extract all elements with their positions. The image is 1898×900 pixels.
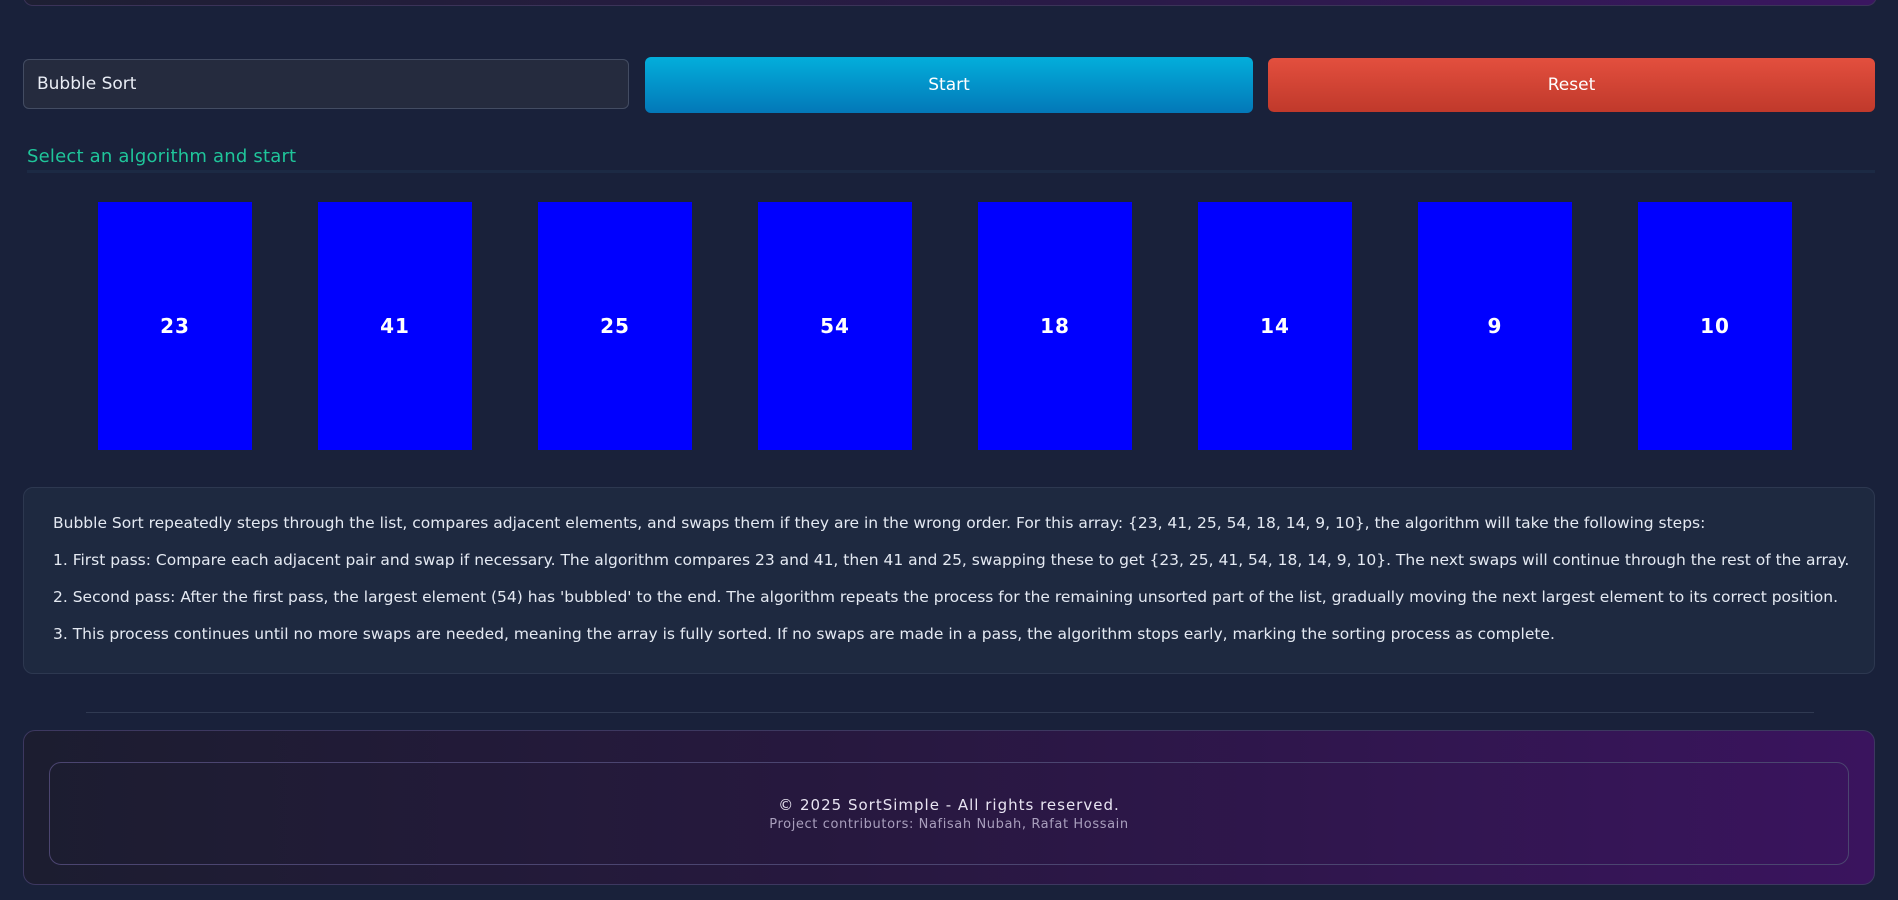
- reset-button[interactable]: Reset: [1268, 58, 1875, 112]
- explanation-step: 3. This process continues until no more …: [53, 625, 1555, 643]
- copyright-text: © 2025 SortSimple - All rights reserved.: [778, 795, 1120, 814]
- array-bar: 25: [538, 202, 692, 450]
- array-bar: 14: [1198, 202, 1352, 450]
- contributors-text: Project contributors: Nafisah Nubah, Raf…: [769, 816, 1129, 832]
- divider: [86, 712, 1814, 713]
- status-message: Select an algorithm and start: [27, 146, 1875, 173]
- array-bar: 10: [1638, 202, 1792, 450]
- array-bar: 23: [98, 202, 252, 450]
- algorithm-select[interactable]: Bubble Sort: [23, 59, 629, 109]
- algorithm-select-value: Bubble Sort: [37, 74, 137, 94]
- top-header-strip: [23, 0, 1877, 6]
- explanation-intro: Bubble Sort repeatedly steps through the…: [53, 514, 1706, 532]
- array-bar: 9: [1418, 202, 1572, 450]
- controls-row: Bubble Sort Start Reset: [23, 57, 1875, 113]
- explanation-step: 1. First pass: Compare each adjacent pai…: [53, 551, 1850, 569]
- algorithm-explanation: Bubble Sort repeatedly steps through the…: [23, 487, 1875, 674]
- footer-card: © 2025 SortSimple - All rights reserved.…: [49, 762, 1849, 865]
- array-bars: 23 41 25 54 18 14 9 10: [0, 202, 1898, 450]
- footer: © 2025 SortSimple - All rights reserved.…: [23, 730, 1875, 885]
- start-button[interactable]: Start: [645, 57, 1253, 113]
- array-bar: 54: [758, 202, 912, 450]
- array-bar: 18: [978, 202, 1132, 450]
- array-bar: 41: [318, 202, 472, 450]
- explanation-step: 2. Second pass: After the first pass, th…: [53, 588, 1839, 606]
